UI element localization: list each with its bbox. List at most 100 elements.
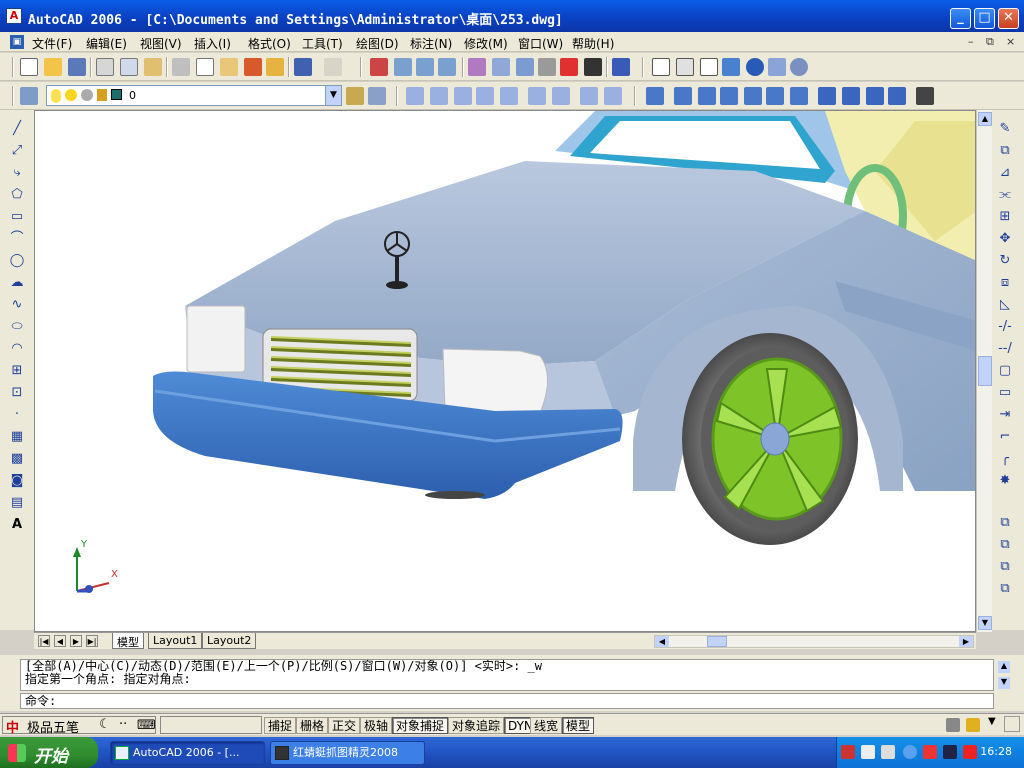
communication-center-icon[interactable] <box>946 718 960 732</box>
ne-iso-view-icon[interactable] <box>866 87 884 105</box>
close-button[interactable]: ✕ <box>998 8 1019 29</box>
draw-order-front-icon[interactable]: ⧉ <box>996 514 1014 532</box>
coordinates-display[interactable] <box>160 716 262 734</box>
menu-window[interactable]: 窗口(W) <box>518 35 563 52</box>
scroll-right-icon[interactable]: ▶ <box>959 636 973 647</box>
zoom-in-icon[interactable] <box>528 87 546 105</box>
scroll-left-icon[interactable]: ◀ <box>655 636 669 647</box>
draw-order-under-icon[interactable]: ⧉ <box>996 580 1014 598</box>
zoom-realtime-icon[interactable] <box>394 58 412 76</box>
autocad-app-icon[interactable]: A <box>6 8 22 24</box>
layer-select[interactable]: 0 ▼ <box>46 85 342 106</box>
break-icon[interactable]: ▭ <box>996 384 1014 402</box>
undo-icon[interactable] <box>294 58 312 76</box>
ime-keyboard-icon[interactable]: ⌨ <box>137 718 156 733</box>
vertical-scrollbar[interactable]: ▲ ▼ <box>976 110 992 632</box>
menu-tools[interactable]: 工具(T) <box>302 35 343 52</box>
prev-tab-icon[interactable]: ◀ <box>54 635 66 647</box>
hscroll-thumb[interactable] <box>707 636 727 647</box>
make-block-icon[interactable]: ⊡ <box>8 384 26 402</box>
scroll-up-icon[interactable]: ▲ <box>978 112 992 126</box>
lineweight-button[interactable]: 线宽 <box>530 717 563 734</box>
task-autocad[interactable]: AutoCAD 2006 - [... <box>110 741 265 765</box>
chevron-down-icon[interactable]: ▼ <box>325 86 341 105</box>
back-view-icon[interactable] <box>790 87 808 105</box>
clean-screen-icon[interactable] <box>1004 716 1020 732</box>
tray-help-icon[interactable] <box>861 745 875 759</box>
join-icon[interactable]: ⇥ <box>996 406 1014 424</box>
menu-modify[interactable]: 修改(M) <box>464 35 508 52</box>
menu-file[interactable]: 文件(F) <box>32 35 72 52</box>
nw-iso-view-icon[interactable] <box>888 87 906 105</box>
rotate-icon[interactable]: ↻ <box>996 252 1014 270</box>
task-capture-tool[interactable]: 红蜻蜓抓图精灵2008 <box>270 741 425 765</box>
right-view-icon[interactable] <box>744 87 762 105</box>
first-tab-icon[interactable]: |◀ <box>38 635 50 647</box>
status-menu-chevron-icon[interactable]: ▼ <box>988 716 996 727</box>
render-icon[interactable] <box>768 58 786 76</box>
tray-expand-icon[interactable] <box>903 745 917 759</box>
sheet-set-icon[interactable] <box>538 58 556 76</box>
tab-layout2[interactable]: Layout2 <box>202 633 257 649</box>
markup-icon[interactable] <box>560 58 578 76</box>
cmd-scroll-up-icon[interactable]: ▲ <box>998 661 1010 673</box>
copy-object-icon[interactable]: ⧉ <box>996 142 1014 160</box>
document-icon[interactable]: ▣ <box>10 35 24 49</box>
horizontal-scrollbar[interactable]: ◀ ▶ <box>654 635 974 648</box>
doc-close-button[interactable]: × <box>1006 35 1015 48</box>
help-icon[interactable] <box>612 58 630 76</box>
tray-app-icon[interactable] <box>841 745 855 759</box>
menu-format[interactable]: 格式(O) <box>248 35 291 52</box>
minimize-button[interactable]: _ <box>950 8 971 29</box>
insert-block-icon[interactable]: ⊞ <box>8 362 26 380</box>
snap-button[interactable]: 捕捉 <box>264 717 297 734</box>
model-button[interactable]: 模型 <box>562 717 595 734</box>
top-view-icon[interactable] <box>674 87 692 105</box>
menu-help[interactable]: 帮助(H) <box>572 35 614 52</box>
zoom-out-icon[interactable] <box>552 87 570 105</box>
paste-icon[interactable] <box>220 58 238 76</box>
save-icon[interactable] <box>68 58 86 76</box>
maximize-button[interactable]: □ <box>974 8 995 29</box>
next-tab-icon[interactable]: ▶ <box>70 635 82 647</box>
tab-model[interactable]: 模型 <box>112 633 144 649</box>
layer-manager-icon[interactable] <box>20 87 38 105</box>
materials-icon[interactable] <box>790 58 808 76</box>
menu-insert[interactable]: 插入(I) <box>194 35 231 52</box>
polar-button[interactable]: 极轴 <box>360 717 393 734</box>
hatch-icon[interactable]: ▦ <box>8 428 26 446</box>
redo-icon[interactable] <box>324 58 342 76</box>
zoom-object-icon[interactable] <box>500 87 518 105</box>
chamfer-icon[interactable]: ⌐ <box>996 428 1014 446</box>
extend-icon[interactable]: --/ <box>996 340 1014 358</box>
revision-cloud-icon[interactable]: ☁ <box>8 274 26 292</box>
ime-toolbar[interactable]: 中 极品五笔 ☾ ·· ⌨ <box>2 716 156 736</box>
gradient-icon[interactable]: ▩ <box>8 450 26 468</box>
rectangle-icon[interactable]: ▭ <box>8 208 26 226</box>
zoom-extents-icon[interactable] <box>604 87 622 105</box>
stretch-icon[interactable]: ◺ <box>996 296 1014 314</box>
start-button[interactable]: 开始 <box>0 737 98 768</box>
block-editor-icon[interactable] <box>266 58 284 76</box>
new-icon[interactable] <box>20 58 38 76</box>
explode-icon[interactable]: ✸ <box>996 472 1014 490</box>
construction-line-icon[interactable]: ⤢ <box>8 142 26 160</box>
trim-icon[interactable]: -/- <box>996 318 1014 336</box>
scroll-thumb[interactable] <box>978 356 992 386</box>
break-point-icon[interactable]: ▢ <box>996 362 1014 380</box>
properties-icon[interactable] <box>468 58 486 76</box>
menu-edit[interactable]: 编辑(E) <box>86 35 127 52</box>
zoom-window-2-icon[interactable] <box>406 87 424 105</box>
tray-shield-icon[interactable] <box>963 745 977 759</box>
spline-icon[interactable]: ∿ <box>8 296 26 314</box>
cut-icon[interactable] <box>172 58 190 76</box>
zoom-dynamic-icon[interactable] <box>430 87 448 105</box>
menu-dimension[interactable]: 标注(N) <box>410 35 452 52</box>
ellipse-arc-icon[interactable]: ◠ <box>8 340 26 358</box>
front-view-icon[interactable] <box>766 87 784 105</box>
copy-icon[interactable] <box>196 58 214 76</box>
polyline-icon[interactable]: ⤷ <box>8 164 26 182</box>
zoom-center-icon[interactable] <box>476 87 494 105</box>
cmd-scroll-down-icon[interactable]: ▼ <box>998 677 1010 689</box>
wireframe-icon[interactable] <box>700 58 718 76</box>
